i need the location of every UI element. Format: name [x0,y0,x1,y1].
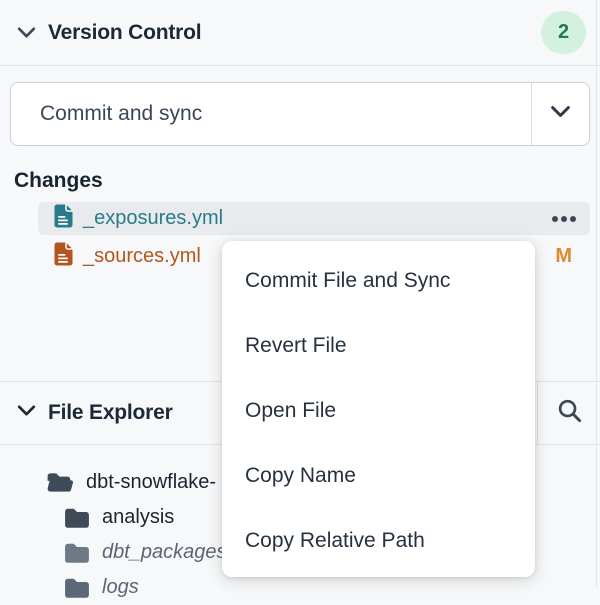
tree-item-label: dbt-snowflake- [86,471,216,494]
file-actions-menu-button[interactable] [550,212,578,226]
panel-right-edge [596,0,597,588]
menu-item-open-file[interactable]: Open File [222,378,535,443]
commit-split-button: Commit and sync [10,82,590,146]
chevron-down-icon[interactable] [14,20,39,45]
file-explorer-title: File Explorer [48,401,173,425]
chevron-down-icon [547,98,574,130]
version-control-header: Version Control 2 [0,0,600,66]
changed-file-name: _exposures.yml [83,207,223,230]
tree-item-label: analysis [102,506,174,529]
file-search-button[interactable] [538,382,600,444]
folder-icon [64,507,90,529]
menu-item-commit-file-and-sync[interactable]: Commit File and Sync [222,248,535,313]
changes-section-label: Changes [14,170,600,192]
menu-item-copy-name[interactable]: Copy Name [222,443,535,508]
tree-item-label: dbt_packages [102,541,227,564]
modified-status-badge: M [555,245,572,268]
changed-file-name: _sources.yml [83,245,201,268]
menu-item-revert-file[interactable]: Revert File [222,313,535,378]
search-icon [556,397,583,429]
changed-file-row-exposures[interactable]: _exposures.yml [38,202,590,235]
file-context-menu: Commit File and Sync Revert File Open Fi… [222,241,535,577]
folder-icon [64,542,90,564]
chevron-down-icon[interactable] [14,398,39,428]
yml-file-icon [53,242,73,271]
changes-count-badge: 2 [541,11,586,54]
folder-open-icon [46,471,74,494]
commit-section: Commit and sync [0,66,600,146]
ide-sidebar: Version Control 2 Commit and sync Change… [0,0,600,588]
version-control-title: Version Control [48,21,201,45]
menu-item-copy-relative-path[interactable]: Copy Relative Path [222,508,535,573]
commit-dropdown-button[interactable] [532,83,589,145]
commit-and-sync-button[interactable]: Commit and sync [11,83,531,145]
yml-file-icon [53,204,73,233]
